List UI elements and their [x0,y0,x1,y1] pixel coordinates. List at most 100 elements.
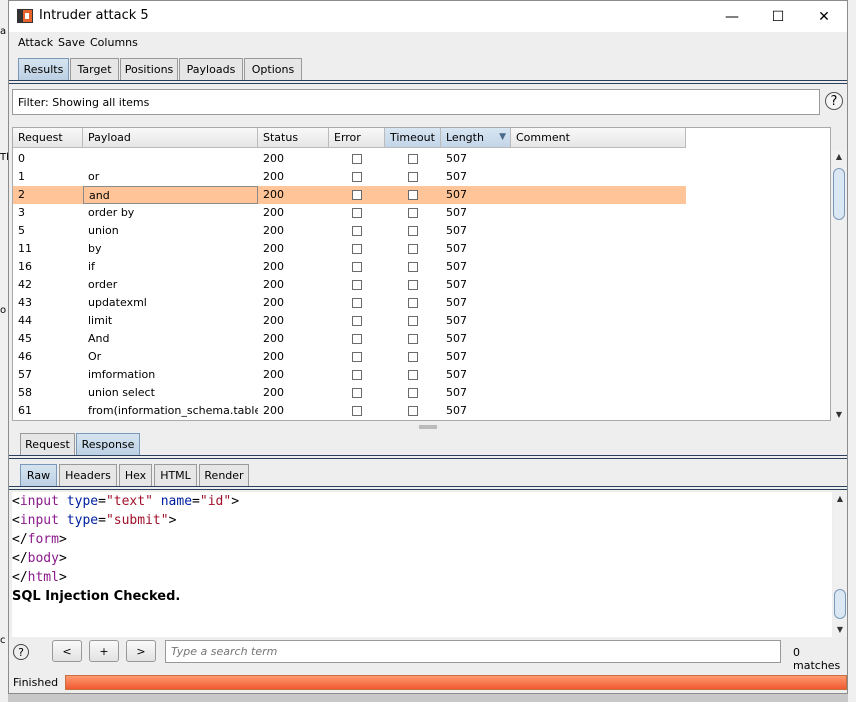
filter-bar[interactable]: Filter: Showing all items [12,89,820,115]
response-raw-view[interactable]: <input type="text" name="id"> <input type… [12,492,832,637]
tab-options[interactable]: Options [244,58,302,80]
code-token: = [98,513,106,528]
title-bar[interactable]: Intruder attack 5 — ☐ ✕ [9,1,847,32]
column-comment[interactable]: Comment [511,128,686,148]
background-window-left: a Th o c [0,0,12,702]
cell-request: 58 [18,386,32,399]
code-token: < [12,494,20,509]
status-text: Finished [13,676,59,689]
search-help-icon[interactable]: ? [13,644,29,660]
help-icon[interactable]: ? [825,92,843,110]
next-match-button[interactable]: > [126,640,156,662]
column-length[interactable]: Length ▼ [441,128,511,148]
timeout-checkbox [408,190,418,200]
detail-separator [9,455,847,459]
cell-length: 507 [446,152,467,165]
error-checkbox [352,334,362,344]
menu-columns[interactable]: Columns [90,36,138,49]
cell-request: 16 [18,260,32,273]
add-match-button[interactable]: + [89,640,119,662]
burp-app-icon [17,9,33,23]
cell-status: 200 [263,242,284,255]
error-checkbox [352,244,362,254]
cell-length: 507 [446,404,467,417]
response-scrollbar[interactable]: ▲ ▼ [833,492,847,637]
tab-raw[interactable]: Raw [20,464,57,486]
table-row[interactable]: 11 by 200 507 [13,240,686,258]
table-row[interactable]: 0 200 507 [13,150,686,168]
timeout-checkbox [408,262,418,272]
cell-payload: or [88,170,100,183]
scroll-up-icon[interactable]: ▲ [832,150,846,162]
cell-request: 3 [18,206,25,219]
table-row[interactable]: 46 Or 200 507 [13,348,686,366]
prev-match-button[interactable]: < [52,640,82,662]
cell-length: 507 [446,368,467,381]
tab-results[interactable]: Results [18,58,69,80]
table-row[interactable]: 3 order by 200 507 [13,204,686,222]
cell-request: 46 [18,350,32,363]
tab-render[interactable]: Render [199,464,249,486]
tab-request[interactable]: Request [20,433,75,455]
error-checkbox [352,280,362,290]
cell-payload: order [88,278,118,291]
cell-length: 507 [446,296,467,309]
column-status[interactable]: Status [258,128,329,148]
tab-payloads[interactable]: Payloads [179,58,243,80]
code-token: > [58,570,67,585]
cell-status: 200 [263,386,284,399]
scroll-thumb[interactable] [833,168,845,220]
tab-hex[interactable]: Hex [119,464,152,486]
error-checkbox [352,352,362,362]
cell-status: 200 [263,224,284,237]
table-scrollbar[interactable]: ▲ ▼ [832,150,846,420]
response-scroll-down-icon[interactable]: ▼ [833,623,847,635]
table-row[interactable]: 57 imformation 200 507 [13,366,686,384]
tab-positions[interactable]: Positions [120,58,178,80]
menu-attack[interactable]: Attack [18,36,53,49]
cell-status: 200 [263,260,284,273]
table-row[interactable]: 2 and 200 507 [13,186,686,204]
column-payload[interactable]: Payload [83,128,258,148]
search-input[interactable] [165,640,781,663]
cell-length: 507 [446,224,467,237]
cell-request: 45 [18,332,32,345]
scroll-down-icon[interactable]: ▼ [832,408,846,420]
tab-target[interactable]: Target [70,58,119,80]
tab-response[interactable]: Response [76,433,140,455]
split-pane-handle[interactable] [419,425,437,429]
error-checkbox [352,226,362,236]
close-icon[interactable]: ✕ [801,1,847,32]
cell-request: 43 [18,296,32,309]
table-row[interactable]: 1 or 200 507 [13,168,686,186]
timeout-checkbox [408,208,418,218]
response-scroll-up-icon[interactable]: ▲ [833,492,847,504]
code-token: type [66,494,99,509]
column-request[interactable]: Request [13,128,83,148]
column-error[interactable]: Error [329,128,385,148]
response-scroll-thumb[interactable] [834,589,846,619]
timeout-checkbox [408,154,418,164]
table-row[interactable]: 58 union select 200 507 [13,384,686,402]
menu-bar: Attack Save Columns [9,33,847,53]
table-row[interactable]: 44 limit 200 507 [13,312,686,330]
menu-save[interactable]: Save [58,36,85,49]
table-row[interactable]: 61 from(information_schema.tables... 200 50… [13,402,686,420]
tab-headers[interactable]: Headers [59,464,117,486]
timeout-checkbox [408,298,418,308]
cell-payload: union [88,224,119,237]
table-row[interactable]: 45 And 200 507 [13,330,686,348]
table-row[interactable]: 42 order 200 507 [13,276,686,294]
tab-html[interactable]: HTML [154,464,197,486]
timeout-checkbox [408,388,418,398]
minimize-icon[interactable]: — [709,1,755,32]
timeout-checkbox [408,352,418,362]
table-row[interactable]: 43 updatexml 200 507 [13,294,686,312]
table-row[interactable]: 16 if 200 507 [13,258,686,276]
maximize-icon[interactable]: ☐ [755,1,801,32]
table-row[interactable]: 5 union 200 507 [13,222,686,240]
cell-status: 200 [263,206,284,219]
column-timeout[interactable]: Timeout [385,128,441,148]
code-line: </body> [12,551,67,566]
